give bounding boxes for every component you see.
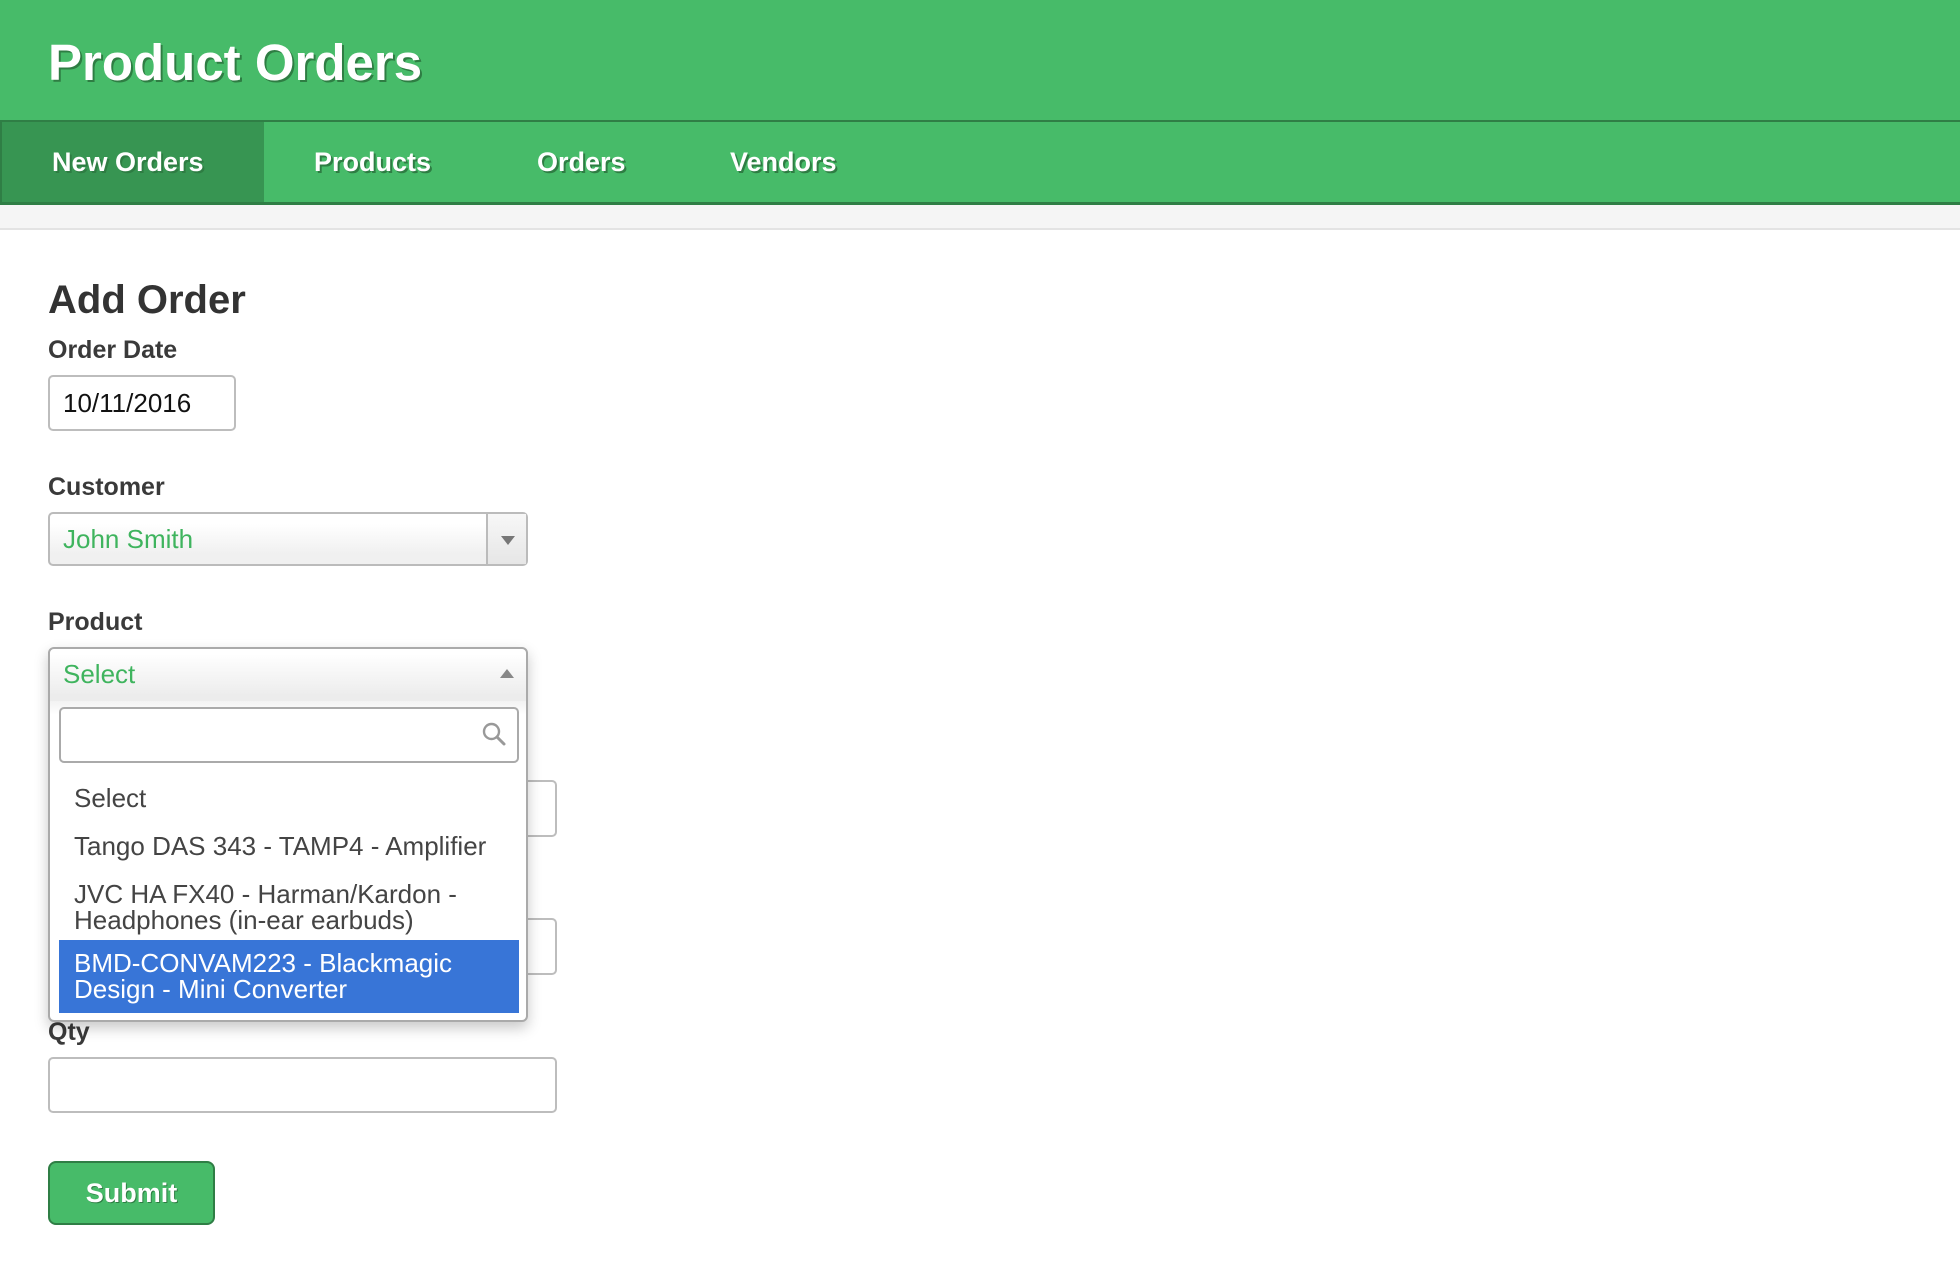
product-label: Product [48, 608, 143, 636]
customer-select[interactable]: John Smith [48, 512, 528, 566]
sub-header-bar [0, 205, 1960, 230]
nav-tab-new-orders[interactable]: New Orders [2, 122, 264, 202]
nav-tab-products[interactable]: Products [314, 122, 431, 202]
customer-label: Customer [48, 473, 165, 501]
nav-tab-label: New Orders [52, 147, 204, 177]
page-heading: Add Order [48, 278, 246, 322]
product-option[interactable]: Select [59, 783, 519, 813]
order-date-label: Order Date [48, 336, 178, 364]
app-title: Product Orders [48, 34, 423, 91]
product-option[interactable]: JVC HA FX40 - Harman/Kardon - Headphones… [59, 879, 519, 935]
app-header: Product Orders [0, 0, 1960, 120]
qty-input[interactable] [48, 1057, 557, 1113]
chevron-down-icon [501, 536, 515, 545]
customer-select-value: John Smith [63, 524, 194, 554]
product-search-box[interactable] [59, 707, 519, 763]
nav-tab-orders[interactable]: Orders [537, 122, 626, 202]
customer-select-toggle[interactable] [486, 514, 526, 564]
main-nav: New Orders Products Orders Vendors [0, 120, 1960, 205]
product-option-highlighted[interactable]: BMD-CONVAM223 - Blackmagic Design - Mini… [59, 940, 519, 1013]
submit-button[interactable]: Submit [48, 1161, 215, 1225]
chevron-up-icon [500, 669, 514, 678]
search-icon [482, 722, 506, 746]
nav-tab-vendors[interactable]: Vendors [730, 122, 837, 202]
order-date-input[interactable] [48, 375, 236, 431]
product-search-input[interactable] [61, 709, 461, 761]
product-option[interactable]: Tango DAS 343 - TAMP4 - Amplifier [59, 831, 519, 861]
product-select-head[interactable]: Select [50, 649, 526, 715]
product-select-dropdown[interactable]: Select Select Tango DAS 343 - TAMP4 - Am… [48, 647, 528, 1022]
product-select-value: Select [63, 659, 136, 689]
